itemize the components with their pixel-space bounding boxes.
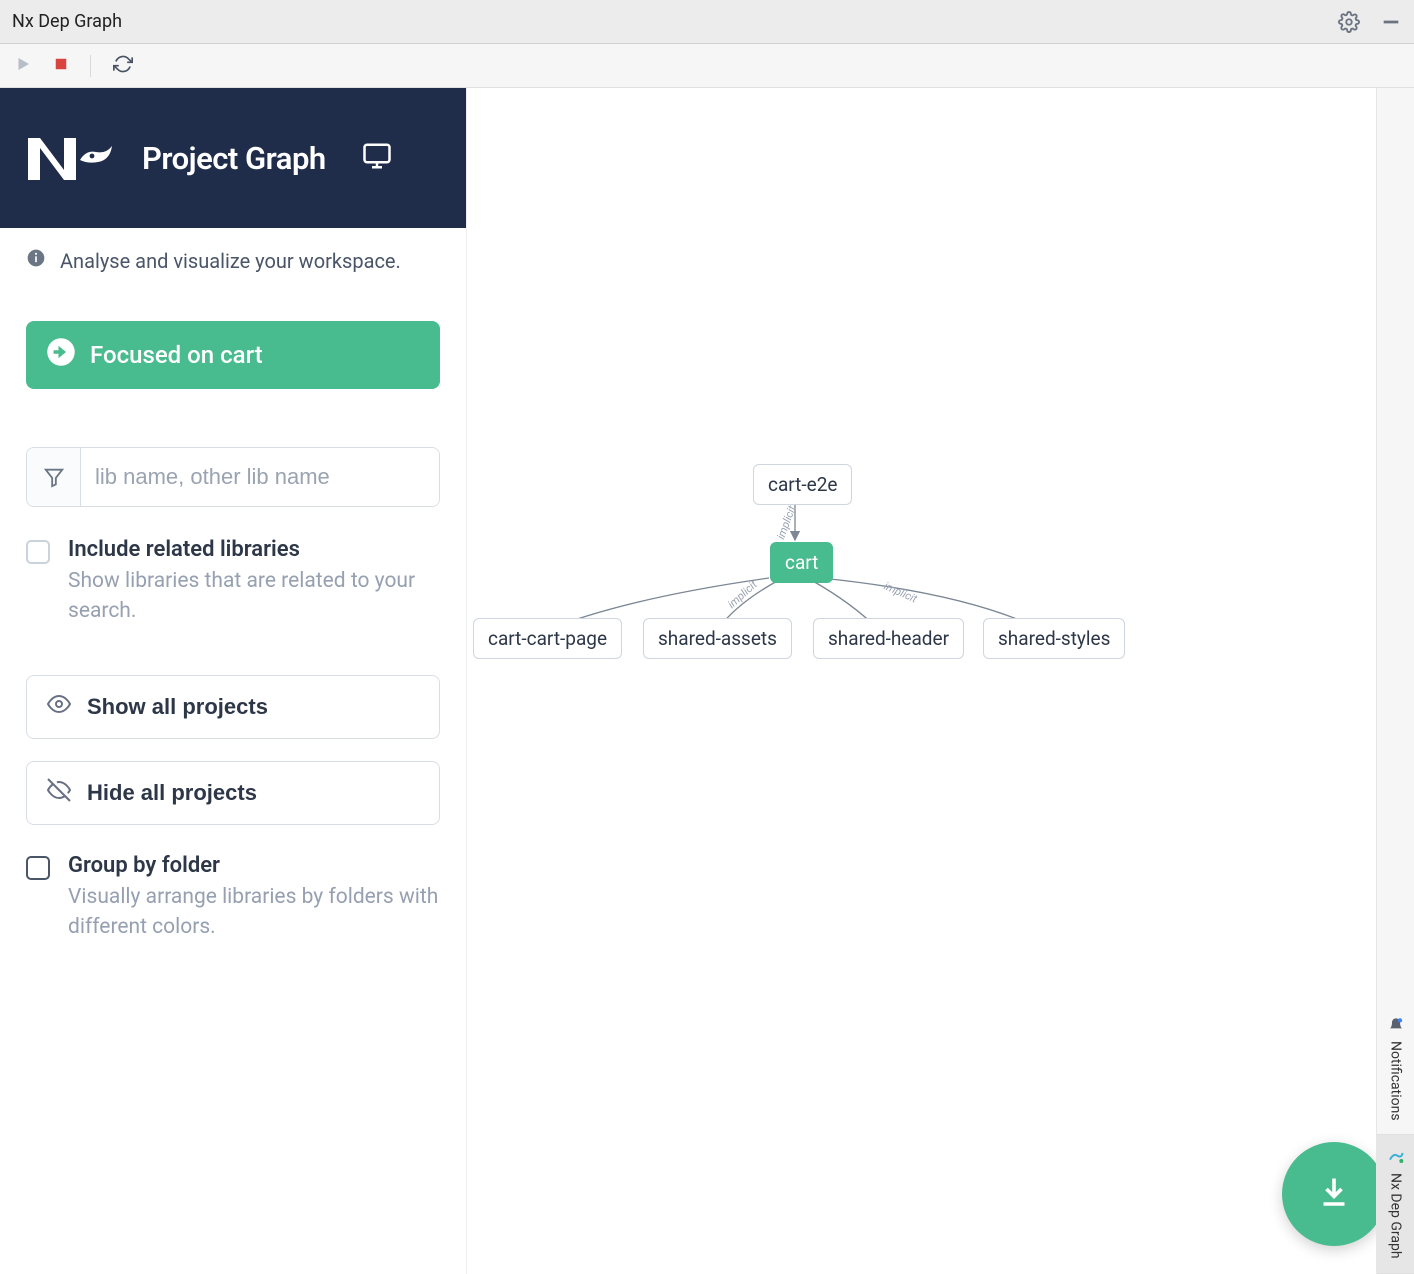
play-icon[interactable] xyxy=(14,55,32,77)
stop-icon[interactable] xyxy=(54,56,68,75)
download-fab[interactable] xyxy=(1282,1142,1386,1246)
minimize-icon[interactable] xyxy=(1380,11,1402,33)
nx-logo xyxy=(26,128,116,188)
hide-all-button[interactable]: Hide all projects xyxy=(26,761,440,825)
rail-tab-nx-dep-graph-label: Nx Dep Graph xyxy=(1388,1173,1404,1259)
eye-icon xyxy=(47,692,71,722)
graph-canvas[interactable]: cart-e2e cart cart-cart-page shared-asse… xyxy=(467,88,1414,1274)
toolbar-divider xyxy=(90,55,91,77)
group-by-folder-desc: Visually arrange libraries by folders wi… xyxy=(68,882,440,943)
toolbar xyxy=(0,44,1414,88)
arrow-circle-right-icon xyxy=(46,337,76,373)
eye-off-icon xyxy=(47,778,71,808)
include-related-row: Include related libraries Show libraries… xyxy=(26,537,440,627)
edge-label-cart-assets: implicit xyxy=(725,578,760,611)
rail-tab-notifications-label: Notifications xyxy=(1388,1041,1404,1121)
graph-node-cart-e2e[interactable]: cart-e2e xyxy=(753,464,852,505)
graph-node-shared-styles[interactable]: shared-styles xyxy=(983,618,1125,659)
graph-node-cart-cart-page[interactable]: cart-cart-page xyxy=(473,618,622,659)
hide-all-label: Hide all projects xyxy=(87,780,257,806)
group-by-folder-row: Group by folder Visually arrange librari… xyxy=(26,853,440,943)
edge-label-e2e-cart: implicit xyxy=(774,504,798,541)
monitor-icon[interactable] xyxy=(362,141,392,175)
gear-icon[interactable] xyxy=(1338,11,1360,33)
rail-tab-nx-dep-graph[interactable]: Nx Dep Graph xyxy=(1377,1135,1414,1274)
graph-edges xyxy=(467,88,1414,1274)
graph-node-shared-assets[interactable]: shared-assets xyxy=(643,618,792,659)
focus-chip[interactable]: Focused on cart xyxy=(26,321,440,389)
rail-tab-notifications[interactable]: Notifications xyxy=(1377,1003,1414,1136)
group-by-folder-checkbox[interactable] xyxy=(26,856,50,880)
edge-label-cart-styles: implicit xyxy=(882,579,919,605)
window-title: Nx Dep Graph xyxy=(12,11,122,32)
download-icon xyxy=(1316,1174,1352,1214)
window-titlebar: Nx Dep Graph xyxy=(0,0,1414,44)
show-all-label: Show all projects xyxy=(87,694,268,720)
info-icon xyxy=(26,248,46,273)
refresh-icon[interactable] xyxy=(113,54,133,78)
include-related-desc: Show libraries that are related to your … xyxy=(68,566,440,627)
show-all-button[interactable]: Show all projects xyxy=(26,675,440,739)
filter-icon xyxy=(27,448,81,506)
include-related-title: Include related libraries xyxy=(68,537,440,562)
titlebar-actions xyxy=(1338,11,1402,33)
graph-node-shared-header[interactable]: shared-header xyxy=(813,618,964,659)
sidebar-header: Project Graph xyxy=(0,88,466,228)
graph-node-cart[interactable]: cart xyxy=(770,542,833,583)
filter-row xyxy=(26,447,440,507)
sidebar-title: Project Graph xyxy=(142,140,326,177)
info-text: Analyse and visualize your workspace. xyxy=(60,249,401,273)
sidebar: Project Graph Analyse and visualize your… xyxy=(0,88,467,1274)
focus-label: Focused on cart xyxy=(90,341,263,369)
right-rail: Notifications Nx Dep Graph xyxy=(1376,88,1414,1274)
info-row: Analyse and visualize your workspace. xyxy=(26,248,440,273)
filter-input[interactable] xyxy=(81,448,439,506)
group-by-folder-title: Group by folder xyxy=(68,853,440,878)
include-related-checkbox[interactable] xyxy=(26,540,50,564)
